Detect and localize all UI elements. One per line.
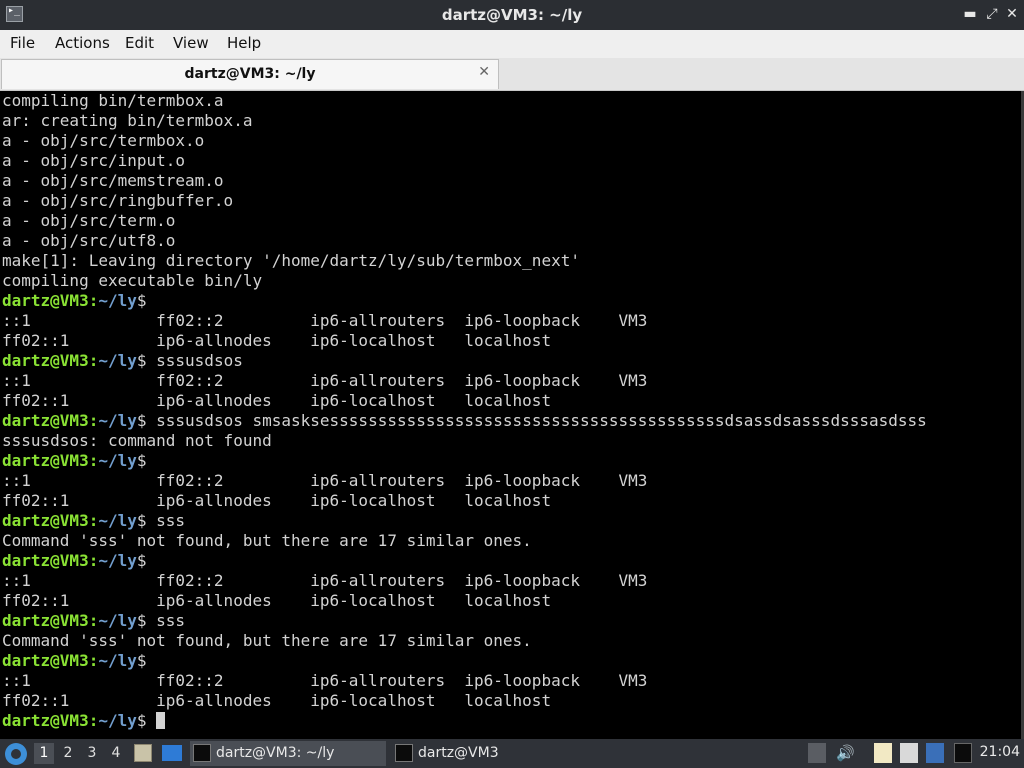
prompt-path: ~/ly [98,651,137,670]
prompt-line: dartz@VM3:~/ly$ sss [2,511,186,530]
output-line: make[1]: Leaving directory '/home/dartz/… [2,251,580,270]
tab-terminal[interactable]: dartz@VM3: ~/ly ✕ [1,59,499,89]
menu-edit[interactable]: Edit [125,34,154,52]
output-line: compiling bin/termbox.a [2,91,224,110]
clock: 21:04 [979,744,1020,760]
maximize-icon[interactable]: ⤢ [984,5,1000,23]
menu-actions[interactable]: Actions [55,34,110,52]
prompt-user: dartz@VM3 [2,651,89,670]
minimize-icon[interactable]: ▬ [962,5,978,23]
prompt-user: dartz@VM3 [2,451,89,470]
show-desktop-icon[interactable] [162,745,182,761]
file-manager-icon[interactable] [134,744,152,762]
prompt-line: dartz@VM3:~/ly$ [2,291,157,310]
terminal-text: compiling bin/termbox.a ar: creating bin/… [2,91,927,731]
output-line: ::1 ff02::2 ip6-allrouters ip6-loopback … [2,571,648,590]
prompt-path: ~/ly [98,711,137,730]
prompt-user: dartz@VM3 [2,551,89,570]
workspace-2[interactable]: 2 [58,743,78,764]
output-line: compiling executable bin/ly [2,271,263,290]
window-titlebar: dartz@VM3: ~/ly ▬ ⤢ ✕ [0,0,1024,30]
output-line: ::1 ff02::2 ip6-allrouters ip6-loopback … [2,371,648,390]
output-line: a - obj/src/ringbuffer.o [2,191,234,210]
prompt-path: ~/ly [98,511,137,530]
network-icon[interactable] [900,743,918,763]
output-line: ff02::1 ip6-allnodes ip6-localhost local… [2,331,552,350]
prompt-line: dartz@VM3:~/ly$ [2,451,157,470]
output-line: ::1 ff02::2 ip6-allrouters ip6-loopback … [2,311,648,330]
output-line: ff02::1 ip6-allnodes ip6-localhost local… [2,591,552,610]
window-title: dartz@VM3: ~/ly [441,6,583,24]
prompt-line: dartz@VM3:~/ly$ sss [2,611,186,630]
prompt-path: ~/ly [98,451,137,470]
terminal-task-icon [193,744,211,762]
prompt-path: ~/ly [98,411,137,430]
output-line: sssusdsos: command not found [2,431,272,450]
notification-icon[interactable] [926,743,944,763]
prompt-path: ~/ly [98,611,137,630]
menu-view[interactable]: View [173,34,209,52]
menu-file[interactable]: File [10,34,35,52]
output-line: ar: creating bin/termbox.a [2,111,253,130]
task-label: dartz@VM3: ~/ly [216,745,335,761]
prompt-user: dartz@VM3 [2,711,89,730]
output-line: a - obj/src/input.o [2,151,186,170]
close-icon[interactable]: ✕ [1004,5,1020,23]
menu-help[interactable]: Help [227,34,261,52]
terminal-task-icon [395,744,413,762]
output-line: ff02::1 ip6-allnodes ip6-localhost local… [2,391,552,410]
prompt-line: dartz@VM3:~/ly$ sssusdsos smsasksessssss… [2,411,927,430]
prompt-user: dartz@VM3 [2,611,89,630]
prompt-line: dartz@VM3:~/ly$ [2,651,157,670]
prompt-user: dartz@VM3 [2,351,89,370]
output-line: ::1 ff02::2 ip6-allrouters ip6-loopback … [2,671,648,690]
prompt-line: dartz@VM3:~/ly$ sssusdsos [2,351,243,370]
workspace-3[interactable]: 3 [82,743,102,764]
prompt-path: ~/ly [98,551,137,570]
output-line: a - obj/src/utf8.o [2,231,176,250]
menu-bar: File Actions Edit View Help [0,30,1024,58]
task-terminal[interactable]: dartz@VM3 [392,741,592,766]
desktop-icon[interactable] [954,743,972,763]
clipboard-icon[interactable] [874,743,892,763]
prompt-line: dartz@VM3:~/ly$ [2,551,157,570]
output-line: a - obj/src/memstream.o [2,171,224,190]
output-line: ::1 ff02::2 ip6-allrouters ip6-loopback … [2,471,648,490]
task-label: dartz@VM3 [418,745,499,761]
volume-icon[interactable]: 🔊 [836,743,855,763]
output-line: Command 'sss' not found, but there are 1… [2,631,532,650]
workspace-1[interactable]: 1 [34,743,54,764]
prompt-user: dartz@VM3 [2,291,89,310]
prompt-path: ~/ly [98,351,137,370]
terminal-output[interactable]: compiling bin/termbox.a ar: creating bin/… [0,91,1021,739]
text-cursor [156,712,166,729]
start-menu-icon[interactable] [5,743,27,765]
tray-app-icon[interactable] [808,743,826,763]
prompt-user: dartz@VM3 [2,511,89,530]
output-line: a - obj/src/termbox.o [2,131,205,150]
workspace-4[interactable]: 4 [106,743,126,764]
tab-label: dartz@VM3: ~/ly [184,66,316,82]
output-line: a - obj/src/term.o [2,211,176,230]
taskbar: 1 2 3 4 dartz@VM3: ~/ly dartz@VM3 🔊 21:0… [0,739,1024,768]
output-line: ff02::1 ip6-allnodes ip6-localhost local… [2,691,552,710]
tab-bar: dartz@VM3: ~/ly ✕ [0,58,1024,91]
prompt-path: ~/ly [98,291,137,310]
output-line: ff02::1 ip6-allnodes ip6-localhost local… [2,491,552,510]
output-line: Command 'sss' not found, but there are 1… [2,531,532,550]
prompt-line: dartz@VM3:~/ly$ [2,711,927,731]
task-terminal-active[interactable]: dartz@VM3: ~/ly [190,741,386,766]
prompt-user: dartz@VM3 [2,411,89,430]
tab-close-icon[interactable]: ✕ [478,64,490,80]
